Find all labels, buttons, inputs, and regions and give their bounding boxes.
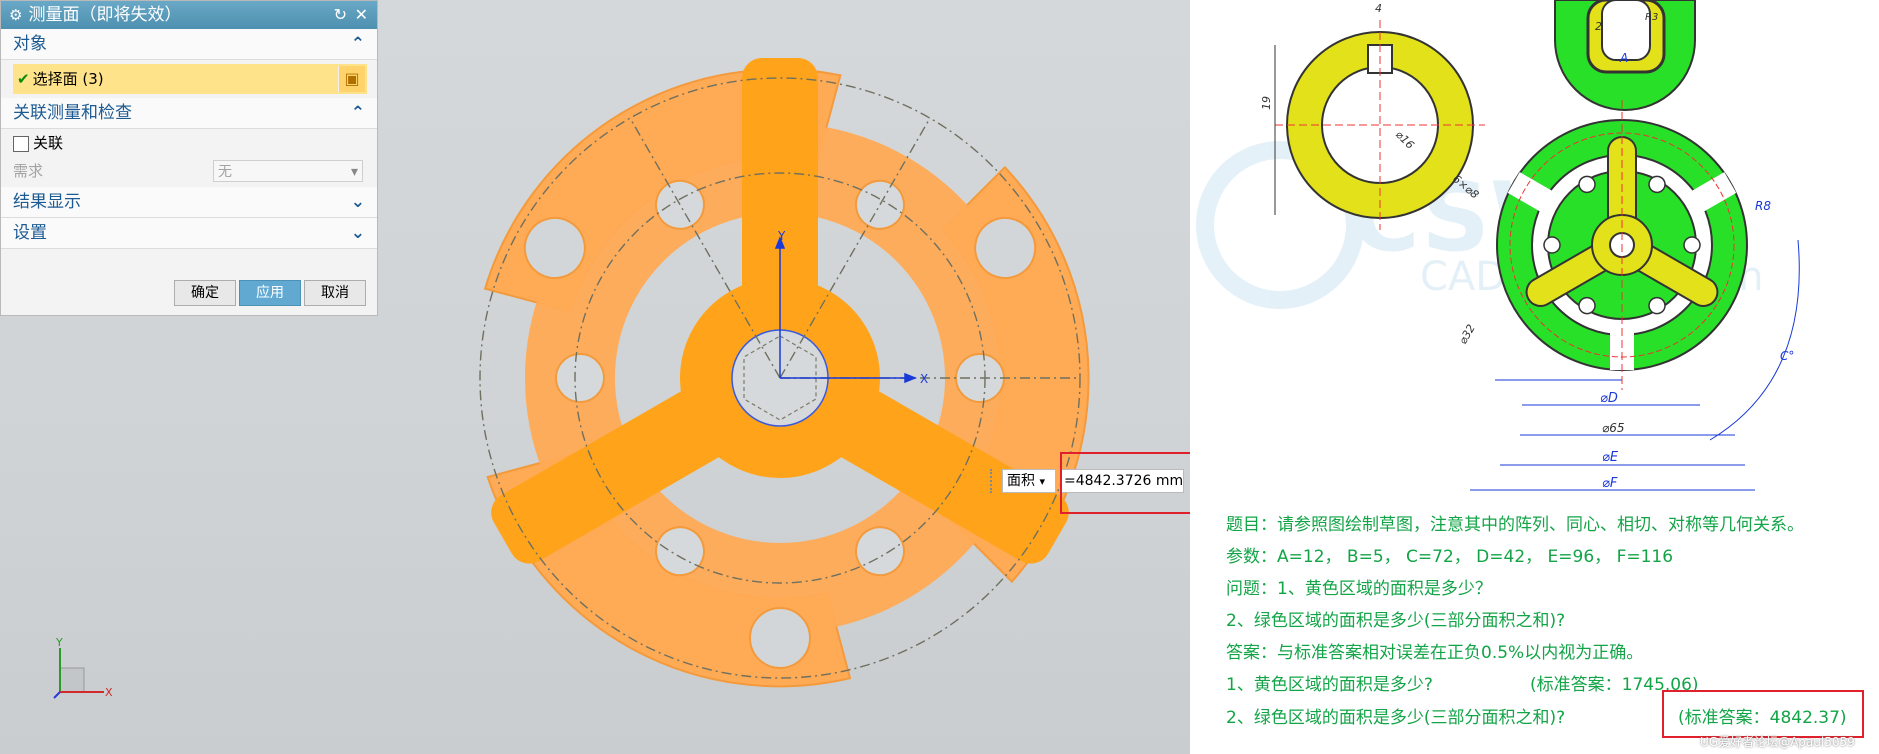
measure-type-label: 面积 <box>1007 473 1035 489</box>
dialog-titlebar[interactable]: ⚙ 测量面（即将失效） ↻ ✕ <box>1 1 377 29</box>
svg-text:4: 4 <box>1375 2 1382 15</box>
section-results[interactable]: 结果显示 ⌄ <box>1 187 377 218</box>
green-slot-detail: A 2 R3 <box>1554 0 1696 111</box>
chevron-up-icon[interactable]: ⌃ <box>351 98 365 128</box>
section-assoc-label: 关联测量和检查 <box>13 103 132 123</box>
close-icon[interactable]: ✕ <box>355 1 368 29</box>
assoc-checkbox[interactable] <box>13 135 29 152</box>
cancel-button[interactable]: 取消 <box>304 280 366 306</box>
svg-text:2: 2 <box>1595 20 1602 33</box>
cube-icon[interactable]: ▣ <box>338 66 365 92</box>
svg-text:⌀E: ⌀E <box>1602 450 1619 465</box>
section-results-label: 结果显示 <box>13 192 81 212</box>
doc-line-5: 答案：与标准答案相对误差在正负0.5%以内视为正确。 <box>1226 643 1644 663</box>
triad-x-label: X <box>920 372 928 386</box>
reference-drawing-svg: CSWCS CAD Competition 4 19 ⌀16 A 2 R3 <box>1196 0 1800 491</box>
doc-line-4: 2、绿色区域的面积是多少(三部分面积之和)? <box>1226 611 1566 631</box>
ok-button[interactable]: 确定 <box>174 280 236 306</box>
requirement-label: 需求 <box>13 162 44 180</box>
doc-line-7a: 2、绿色区域的面积是多少(三部分面积之和)? <box>1226 708 1566 728</box>
measure-type-select[interactable]: 面积 ▾ <box>1002 469 1056 493</box>
reset-icon[interactable]: ↻ <box>334 1 347 29</box>
select-face-row[interactable]: ✔ 选择面 (3) ▣ <box>13 64 367 94</box>
chevron-down-icon[interactable]: ⌄ <box>351 187 365 217</box>
svg-text:⌀65: ⌀65 <box>1602 421 1625 435</box>
dialog-title: 测量面（即将失效） <box>28 5 182 25</box>
highlight-answer <box>1662 690 1864 738</box>
section-object-label: 对象 <box>13 34 47 54</box>
select-face-label: 选择面 (3) <box>32 70 104 88</box>
doc-line-6a: 1、黄色区域的面积是多少? <box>1226 675 1433 695</box>
dropdown-arrow-icon: ▾ <box>1039 475 1045 488</box>
chevron-up-icon[interactable]: ⌃ <box>351 29 365 59</box>
small-triad-x: X <box>105 686 113 699</box>
check-icon: ✔ <box>17 70 30 88</box>
triad-y-label: Y <box>777 229 786 243</box>
svg-text:R3: R3 <box>1645 12 1658 23</box>
green-wheel-view <box>1496 100 1748 390</box>
requirement-row: 需求 无 ▾ <box>1 157 377 185</box>
requirement-value: 无 <box>218 164 232 180</box>
section-settings-label: 设置 <box>13 223 47 243</box>
gear-icon[interactable]: ⚙ <box>9 6 22 24</box>
small-triad <box>53 648 104 699</box>
apply-button[interactable]: 应用 <box>239 280 301 306</box>
measure-face-dialog[interactable]: ⚙ 测量面（即将失效） ↻ ✕ 对象 ⌃ ✔ 选择面 (3) ▣ 关联测量和检查 ⌃… <box>0 0 378 316</box>
svg-text:⌀32: ⌀32 <box>1456 322 1478 346</box>
drag-handle[interactable] <box>990 469 1000 493</box>
svg-text:19: 19 <box>1260 96 1273 110</box>
section-settings[interactable]: 设置 ⌄ <box>1 218 377 249</box>
dropdown-arrow-icon: ▾ <box>350 164 358 180</box>
section-assoc[interactable]: 关联测量和检查 ⌃ <box>1 98 377 129</box>
svg-text:⌀F: ⌀F <box>1602 476 1618 491</box>
doc-line-3: 问题：1、黄色区域的面积是多少？ <box>1226 579 1492 599</box>
svg-text:A: A <box>1619 51 1628 65</box>
assoc-checkbox-label: 关联 <box>33 134 64 152</box>
small-triad-y: Y <box>55 636 63 649</box>
svg-text:⌀D: ⌀D <box>1600 391 1618 406</box>
doc-line-2: 参数：A=12， B=5， C=72， D=42， E=96， F=116 <box>1226 547 1674 567</box>
svg-text:R8: R8 <box>1755 199 1771 213</box>
forum-watermark: UG爱好者论坛@Apaul5059 <box>1700 735 1855 749</box>
requirement-select[interactable]: 无 ▾ <box>213 160 363 182</box>
doc-line-1: 题目：请参照图绘制草图，注意其中的阵列、同心、相切、对称等几何关系。 <box>1226 515 1804 535</box>
section-object[interactable]: 对象 ⌃ <box>1 29 377 60</box>
chevron-down-icon[interactable]: ⌄ <box>351 218 365 248</box>
svg-text:C°: C° <box>1780 349 1794 363</box>
assoc-row[interactable]: 关联 <box>1 129 377 157</box>
highlight-measure-value <box>1060 452 1192 514</box>
reference-drawing: CSWCS CAD Competition 4 19 ⌀16 A 2 R3 <box>1190 0 1879 754</box>
